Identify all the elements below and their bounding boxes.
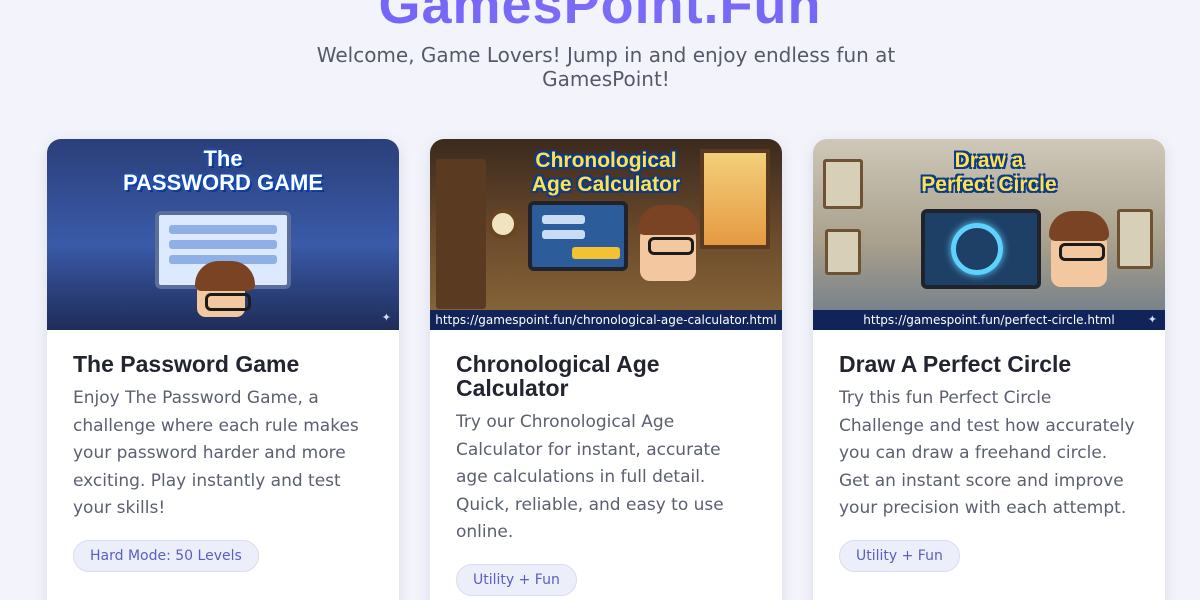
game-card-perfect-circle[interactable]: Draw a Perfect Circle https://gamespoint… xyxy=(813,139,1165,600)
card-badge: Utility + Fun xyxy=(839,539,960,572)
card-badge: Hard Mode: 50 Levels xyxy=(73,539,259,572)
character-illustration xyxy=(638,205,698,281)
monitor-illustration xyxy=(528,201,628,271)
thumbnail-url: https://gamespoint.fun/chronological-age… xyxy=(430,310,782,330)
card-description: Try this fun Perfect Circle Challenge an… xyxy=(839,388,1135,518)
character-illustration xyxy=(195,261,255,317)
card-thumbnail[interactable]: The PASSWORD GAME ✦ xyxy=(47,139,399,330)
thumbnail-url: https://gamespoint.fun/perfect-circle.ht… xyxy=(813,310,1165,330)
game-card-age-calculator[interactable]: Chronological Age Calculator https://gam… xyxy=(430,139,782,600)
site-tagline: Welcome, Game Lovers! Jump in and enjoy … xyxy=(316,43,896,91)
window-illustration xyxy=(700,149,770,249)
sparkle-icon: ✦ xyxy=(1147,313,1157,326)
clock-icon xyxy=(488,209,518,239)
wall-frame-illustration xyxy=(823,159,863,209)
card-thumbnail[interactable]: Chronological Age Calculator https://gam… xyxy=(430,139,782,330)
thumbnail-title: Draw a Perfect Circle xyxy=(921,149,1057,196)
card-title[interactable]: Draw A Perfect Circle xyxy=(839,352,1139,376)
card-title[interactable]: The Password Game xyxy=(73,352,373,376)
card-title[interactable]: Chronological Age Calculator xyxy=(456,352,756,400)
monitor-illustration xyxy=(921,209,1041,289)
site-title: GamesPoint.Fun xyxy=(0,0,1200,36)
thumbnail-title: The PASSWORD GAME xyxy=(122,146,324,195)
bookshelf-illustration xyxy=(436,159,486,309)
card-badge: Utility + Fun xyxy=(456,563,577,596)
wall-frame-illustration xyxy=(825,229,861,275)
character-illustration xyxy=(1049,211,1109,287)
card-description: Try our Chronological Age Calculator for… xyxy=(456,412,724,542)
game-card-password[interactable]: The PASSWORD GAME ✦ The Password Game En… xyxy=(47,139,399,600)
circle-drawing xyxy=(951,223,1003,275)
card-description: Enjoy The Password Game, a challenge whe… xyxy=(73,388,359,518)
card-thumbnail[interactable]: Draw a Perfect Circle https://gamespoint… xyxy=(813,139,1165,330)
sparkle-icon: ✦ xyxy=(381,311,391,324)
wall-frame-illustration xyxy=(1117,209,1153,269)
